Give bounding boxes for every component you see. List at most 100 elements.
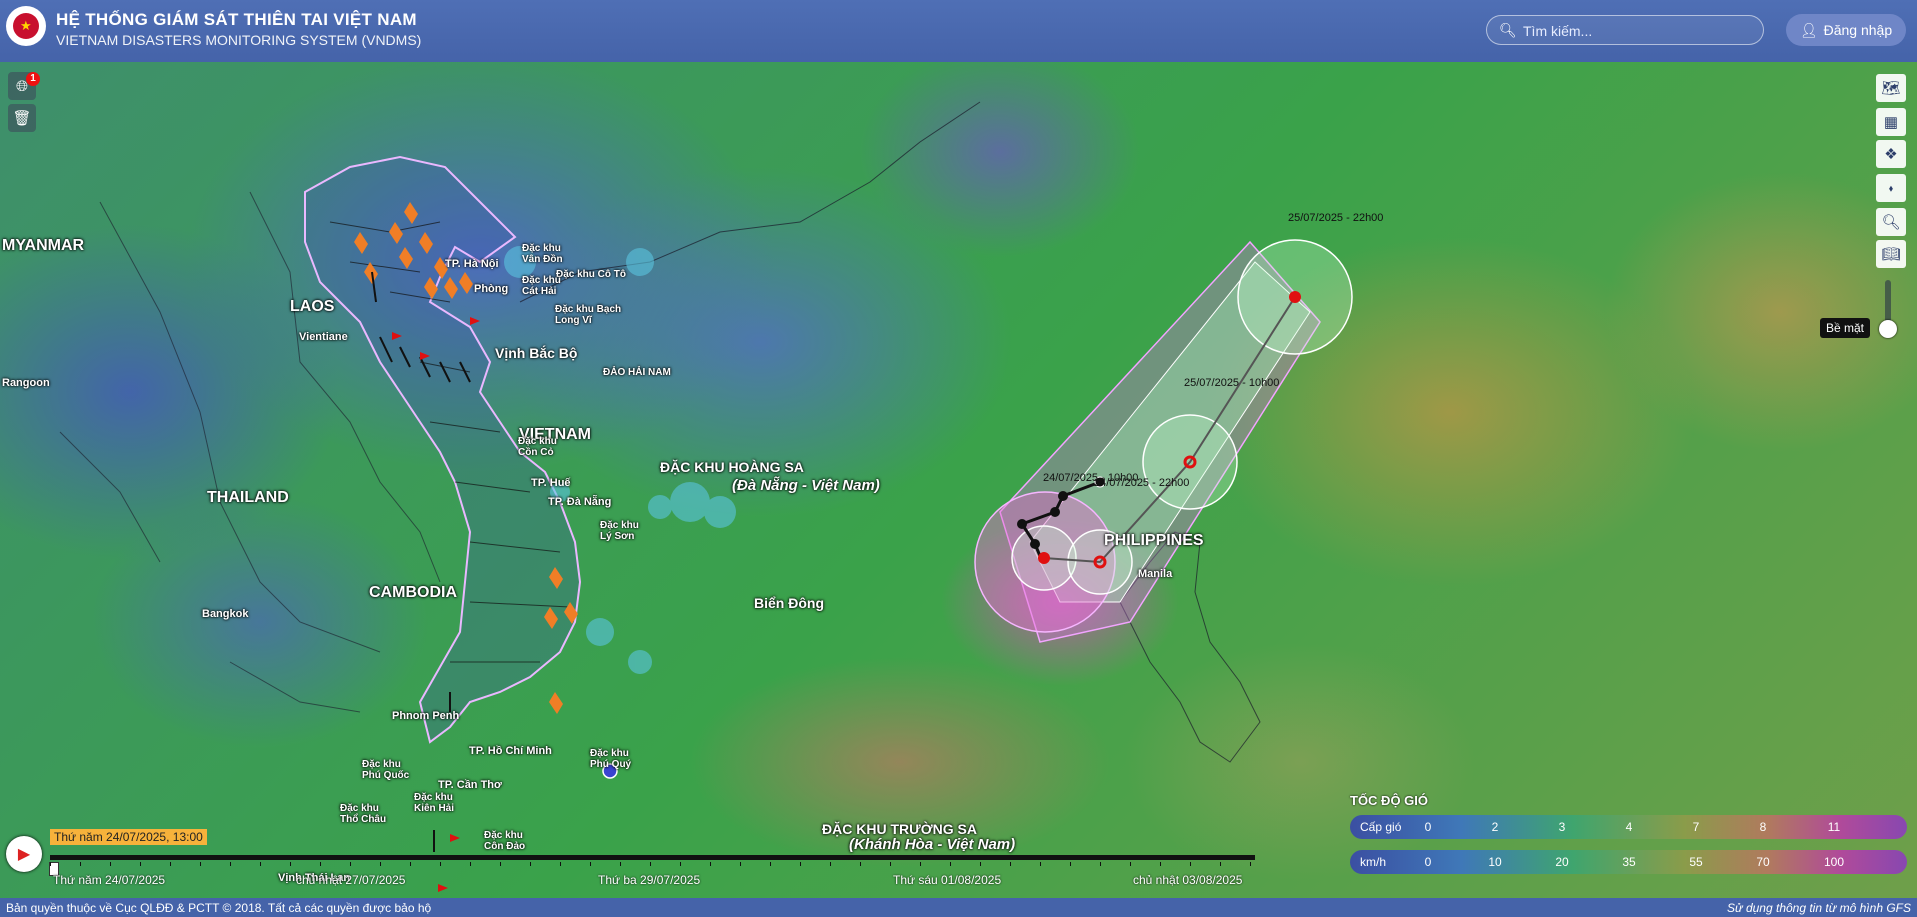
label-cat-hai: Đặc khu Cát Hải bbox=[522, 275, 561, 297]
user-icon: 👤︎ bbox=[1799, 21, 1818, 38]
network-icon: ⬪ bbox=[1888, 179, 1894, 197]
legend-kmh-value: 55 bbox=[1689, 855, 1703, 869]
storm-label-3: 25/07/2025 - 10h00 bbox=[1184, 377, 1280, 389]
legend-kmh-value: 0 bbox=[1424, 855, 1432, 869]
timeline-tick bbox=[1010, 862, 1011, 866]
timeline-tick bbox=[200, 862, 201, 866]
timeline-tick bbox=[800, 862, 801, 866]
timeline-tick bbox=[740, 862, 741, 866]
timeline-tick bbox=[50, 862, 51, 866]
play-icon: ▶ bbox=[17, 846, 31, 863]
label-phnom-penh: Phnom Penh bbox=[392, 710, 460, 722]
timeline-tick bbox=[380, 862, 381, 866]
label-dao-hai-nam: ĐẢO HẢI NAM bbox=[603, 367, 671, 378]
timeline-tick bbox=[410, 862, 411, 866]
timeline-tick bbox=[560, 862, 561, 866]
storm-label-4: 25/07/2025 - 22h00 bbox=[1288, 212, 1384, 224]
overlay-button[interactable]: ❖ bbox=[1876, 140, 1906, 168]
timeline-day-3[interactable]: Thứ ba 29/07/2025 bbox=[598, 873, 700, 887]
zoom-button[interactable]: 🔍︎ bbox=[1876, 208, 1906, 236]
legend-beaufort-value: 3 bbox=[1558, 820, 1566, 834]
weather-map[interactable]: MYANMAR LAOS THAILAND CAMBODIA VIETNAM P… bbox=[0, 62, 1917, 898]
play-button[interactable]: ▶ bbox=[6, 836, 42, 872]
label-can-tho: TP. Cần Thơ bbox=[438, 779, 502, 791]
timeline-tick bbox=[440, 862, 441, 866]
map-mode-button[interactable]: 🗺︎ bbox=[1876, 74, 1906, 102]
label-phu-quy: Đặc khu Phú Quý bbox=[590, 748, 632, 770]
altitude-slider-handle[interactable] bbox=[1879, 320, 1897, 338]
label-ho-chi-minh: TP. Hồ Chí Minh bbox=[469, 745, 552, 757]
data-source-text: Sử dụng thông tin từ mô hình GFS bbox=[1727, 901, 1911, 915]
label-bien-dong: Biển Đông bbox=[754, 595, 824, 611]
search-icon: 🔍︎ bbox=[1499, 22, 1517, 38]
storm-current-position bbox=[1038, 552, 1050, 564]
base-layer-button[interactable]: ▦ bbox=[1876, 108, 1906, 136]
timeline-day-5[interactable]: chủ nhật 03/08/2025 bbox=[1133, 873, 1242, 887]
label-tho-chau: Đặc khu Thổ Châu bbox=[340, 803, 387, 825]
timeline-tick bbox=[620, 862, 621, 866]
legend-kmh-label: km/h bbox=[1360, 855, 1387, 869]
label-da-nang: TP. Đà Nẵng bbox=[548, 496, 612, 508]
label-truong-sa: ĐẶC KHU TRƯỜNG SA bbox=[822, 821, 977, 837]
label-con-co: Đặc khu Cồn Cỏ bbox=[518, 436, 557, 458]
timeline-tick bbox=[530, 862, 531, 866]
timeline-tick bbox=[110, 862, 111, 866]
legend-beaufort-label: Cấp gió bbox=[1360, 820, 1402, 834]
label-phu-quoc: Đặc khu Phú Quốc bbox=[362, 759, 410, 781]
label-myanmar: MYANMAR bbox=[2, 237, 85, 254]
label-vientiane: Vientiane bbox=[299, 331, 348, 343]
legend-beaufort-row: Cấp gió 0 2 3 4 7 8 11 bbox=[1350, 815, 1907, 839]
label-rangoon: Rangoon bbox=[2, 377, 50, 389]
zoom-icon: 🔍︎ bbox=[1881, 214, 1901, 231]
timeline-tick bbox=[890, 862, 891, 866]
app-header: ★ HỆ THỐNG GIÁM SÁT THIÊN TAI VIỆT NAM V… bbox=[0, 0, 1917, 62]
label-thailand: THAILAND bbox=[207, 489, 289, 506]
timeline-day-4[interactable]: Thứ sáu 01/08/2025 bbox=[893, 873, 1001, 887]
search-box[interactable]: 🔍︎ bbox=[1486, 15, 1764, 45]
timeline-tick bbox=[650, 862, 651, 866]
altitude-level-label: Bề mặt bbox=[1820, 318, 1871, 338]
label-bangkok: Bangkok bbox=[202, 608, 249, 620]
legend-beaufort-value: 8 bbox=[1759, 820, 1767, 834]
copyright-text: Bản quyền thuộc về Cục QLĐĐ & PCTT © 201… bbox=[6, 901, 432, 915]
storm-forecast-point bbox=[1289, 291, 1301, 303]
current-time: Thứ năm 24/07/2025, 13:00 bbox=[50, 829, 207, 845]
map-icon: 🗺︎ bbox=[1881, 80, 1901, 97]
timeline-tick bbox=[1250, 862, 1251, 866]
timeline-tick bbox=[500, 862, 501, 866]
label-philippines: PHILIPPINES bbox=[1104, 532, 1204, 549]
clear-button[interactable]: 🗑︎ bbox=[8, 104, 36, 132]
label-van-don: Đặc khu Vân Đồn bbox=[522, 243, 563, 265]
timeline-tick bbox=[170, 862, 171, 866]
legend-title: TỐC ĐỘ GIÓ bbox=[1350, 793, 1428, 808]
timeline-tick bbox=[1130, 862, 1131, 866]
timeline-tick bbox=[470, 862, 471, 866]
legend-kmh-value: 100 bbox=[1823, 855, 1845, 869]
legend-beaufort-value: 0 bbox=[1424, 820, 1432, 834]
vndms-logo[interactable]: ★ bbox=[6, 6, 46, 46]
past-point bbox=[1030, 539, 1040, 549]
legend-kmh-value: 20 bbox=[1555, 855, 1569, 869]
timeline-tick bbox=[950, 862, 951, 866]
timeline-tick bbox=[350, 862, 351, 866]
label-cambodia: CAMBODIA bbox=[369, 584, 457, 601]
timeline-tick bbox=[1040, 862, 1041, 866]
timeline-track[interactable] bbox=[50, 855, 1255, 860]
timeline-day-2[interactable]: chủ nhật 27/07/2025 bbox=[296, 873, 405, 887]
app-subtitle: VIETNAM DISASTERS MONITORING SYSTEM (VND… bbox=[56, 32, 422, 48]
timeline-tick bbox=[980, 862, 981, 866]
timeline-tick bbox=[320, 862, 321, 866]
notification-badge: 1 bbox=[26, 72, 40, 86]
login-label: Đăng nhập bbox=[1823, 22, 1893, 38]
docs-button[interactable]: 📖︎ bbox=[1876, 240, 1906, 268]
timeline-day-1[interactable]: Thứ năm 24/07/2025 bbox=[53, 873, 165, 887]
login-button[interactable]: 👤︎ Đăng nhập bbox=[1786, 14, 1906, 46]
legend-kmh-value: 35 bbox=[1622, 855, 1636, 869]
layers-icon: ▦ bbox=[1883, 114, 1899, 131]
label-ly-son: Đặc khu Lý Sơn bbox=[600, 520, 639, 542]
search-input[interactable] bbox=[1521, 20, 1755, 42]
network-button[interactable]: ⬪ bbox=[1876, 174, 1906, 202]
legend-kmh-value: 70 bbox=[1756, 855, 1770, 869]
label-bach-long-vi: Đặc khu Bạch Long Vĩ bbox=[555, 304, 622, 326]
legend-beaufort-value: 11 bbox=[1827, 820, 1841, 834]
